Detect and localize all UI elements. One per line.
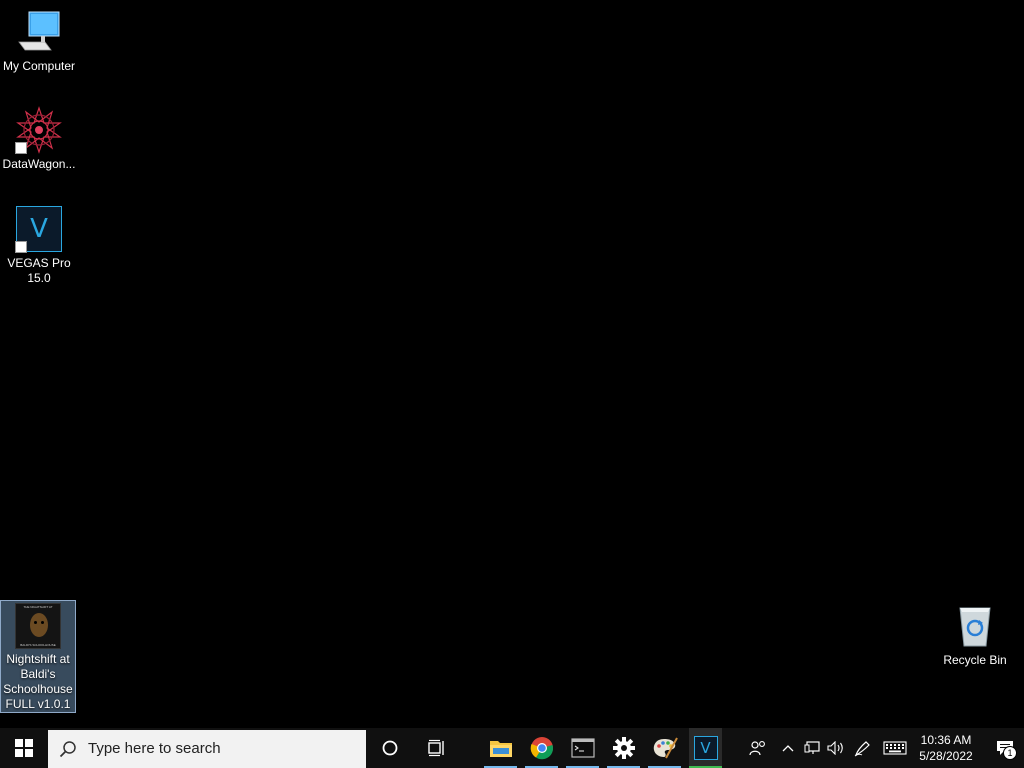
shortcut-arrow-icon [15, 142, 27, 154]
shortcut-arrow-icon [15, 241, 27, 253]
desktop[interactable]: My Computer DataWagon... V VEGAS Pro 15.… [0, 0, 1024, 728]
action-center-button[interactable]: 1 [986, 728, 1024, 768]
nightshift-caption-top: THE NIGHTSHIFT AT [23, 604, 53, 609]
desktop-icon-my-computer[interactable]: My Computer [1, 8, 77, 74]
vegas-pro-icon: V [15, 205, 63, 253]
people-icon[interactable] [740, 728, 776, 768]
desktop-icon-label: VEGAS Pro 15.0 [7, 256, 71, 285]
taskbar-vegas-pro-button[interactable]: V [689, 728, 722, 768]
desktop-icon-label: Nightshift at Baldi's Schoolhouse FULL v… [3, 652, 73, 711]
taskbar-file-explorer-button[interactable] [480, 728, 521, 768]
notification-count-badge: 1 [1003, 746, 1017, 760]
pen-icon[interactable] [848, 728, 878, 768]
taskbar-command-prompt-button[interactable] [562, 728, 603, 768]
desktop-icon-recycle-bin[interactable]: Recycle Bin [937, 602, 1013, 668]
taskbar-task-view-button[interactable] [408, 728, 466, 768]
touch-keyboard-icon[interactable] [878, 728, 912, 768]
taskbar: Type here to search V 10:36 AM 5/28/2022… [0, 728, 1024, 768]
search-icon [48, 740, 88, 758]
search-placeholder: Type here to search [88, 740, 221, 757]
clock-time: 10:36 AM [920, 733, 972, 747]
task-view-icon [428, 739, 444, 757]
taskbar-paint-button[interactable] [644, 728, 685, 768]
desktop-icon-label: DataWagon... [2, 157, 76, 171]
chrome-icon [530, 737, 553, 760]
start-button[interactable] [0, 728, 48, 768]
taskbar-settings-button[interactable] [603, 728, 644, 768]
search-box[interactable]: Type here to search [48, 729, 366, 768]
paint-palette-icon [653, 737, 678, 759]
nightshift-caption-bottom: BALDI'S SCHOOLHOUSE [20, 642, 56, 647]
taskbar-chrome-button[interactable] [521, 728, 562, 768]
recycle-bin-icon [951, 602, 999, 650]
desktop-icon-datawagon[interactable]: DataWagon... [1, 106, 77, 172]
system-tray: 10:36 AM 5/28/2022 1 [740, 728, 1024, 768]
network-icon[interactable] [800, 728, 824, 768]
vegas-glyph: V [30, 214, 48, 244]
taskbar-cortana-button[interactable] [372, 728, 408, 768]
desktop-icon-label: Recycle Bin [943, 653, 1007, 667]
windows-start-icon [15, 739, 33, 757]
volume-icon[interactable] [824, 728, 848, 768]
desktop-icon-label: My Computer [2, 59, 76, 73]
desktop-icon-nightshift[interactable]: THE NIGHTSHIFT AT BALDI'S SCHOOLHOUSE Ni… [0, 600, 76, 713]
cortana-icon [382, 740, 398, 756]
vegas-glyph: V [700, 739, 711, 757]
clock-date: 5/28/2022 [919, 749, 973, 763]
nightshift-game-icon: THE NIGHTSHIFT AT BALDI'S SCHOOLHOUSE [14, 602, 62, 649]
clock[interactable]: 10:36 AM 5/28/2022 [914, 732, 978, 764]
folder-icon [489, 741, 512, 757]
desktop-icon-vegas-pro[interactable]: V VEGAS Pro 15.0 [1, 205, 77, 286]
computer-icon [15, 8, 63, 56]
chevron-up-icon[interactable] [776, 728, 800, 768]
gear-icon [612, 737, 635, 759]
vegas-pro-icon: V [693, 736, 718, 760]
terminal-icon [570, 738, 595, 758]
datawagon-icon [15, 106, 63, 154]
